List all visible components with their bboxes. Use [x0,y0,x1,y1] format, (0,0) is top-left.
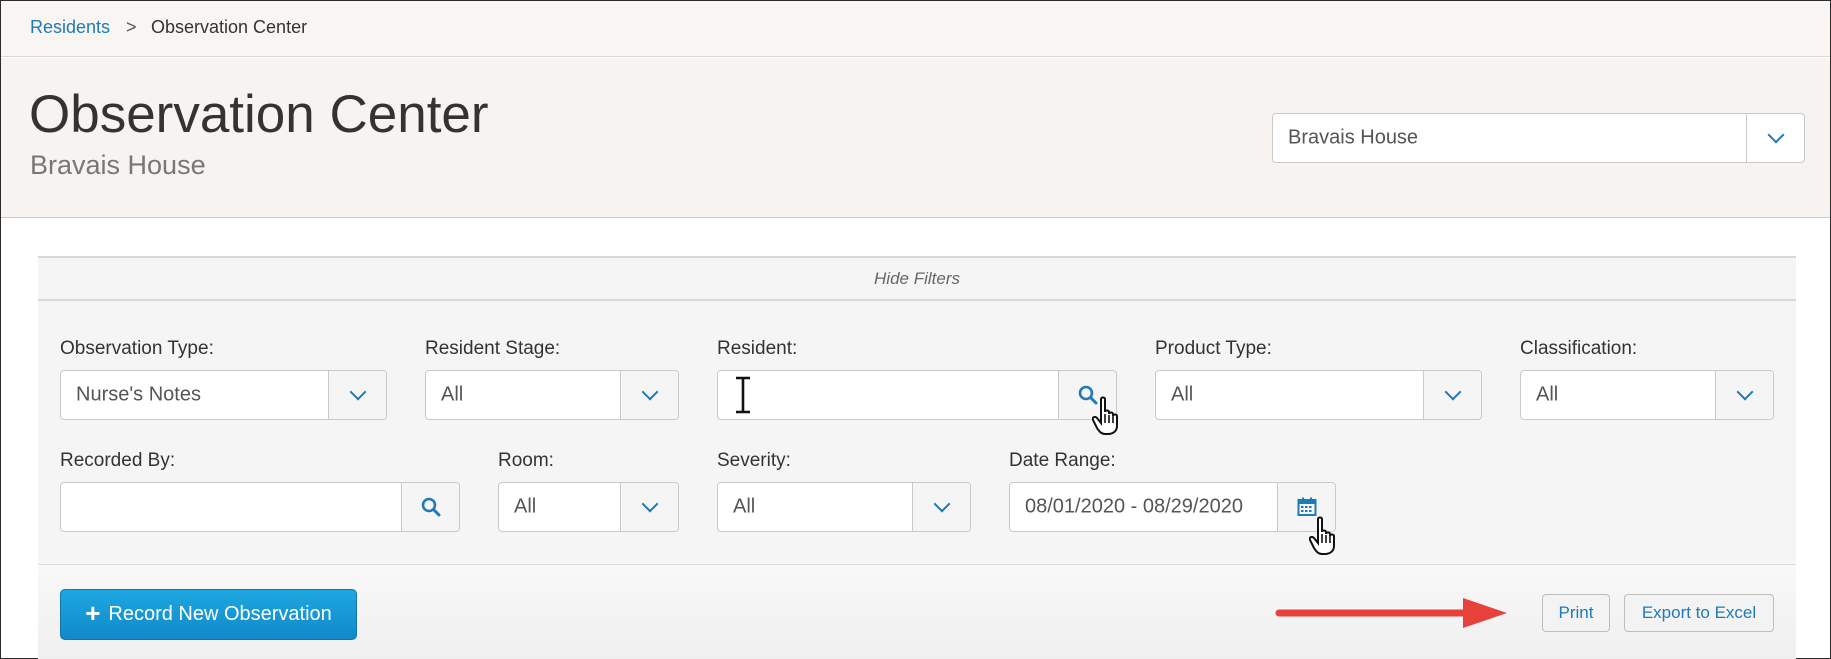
classification-value: All [1536,383,1559,406]
product-type-value: All [1171,383,1194,406]
print-button[interactable]: Print [1542,594,1610,632]
classification-label: Classification: [1520,338,1638,359]
filter-panel: Hide Filters Observation Type: Resident … [38,256,1796,659]
annotation-arrow [1275,598,1507,628]
date-range-value[interactable]: 08/01/2020 - 08/29/2020 [1025,496,1243,519]
chevron-down-icon [1444,383,1461,401]
export-to-excel-button[interactable]: Export to Excel [1624,594,1774,632]
recorded-by-search-button[interactable] [401,483,459,531]
breadcrumb-separator: > [126,17,137,37]
observation-type-select[interactable]: Nurse's Notes [60,370,387,420]
chevron-down-icon [641,495,658,513]
observation-type-label: Observation Type: [60,338,214,359]
classification-select[interactable]: All [1520,370,1774,420]
page-header: Observation Center Bravais House Bravais… [1,58,1830,218]
date-range-label: Date Range: [1009,450,1116,471]
chevron-down-icon [349,383,366,401]
record-new-observation-label: Record New Observation [108,603,332,625]
severity-value: All [733,495,756,518]
room-select[interactable]: All [498,482,679,532]
resident-search-field[interactable] [717,370,1117,420]
severity-label: Severity: [717,450,791,471]
date-range-field[interactable]: 08/01/2020 - 08/29/2020 [1009,482,1336,532]
product-type-select[interactable]: All [1155,370,1482,420]
observation-type-value: Nurse's Notes [76,383,201,406]
chevron-down-icon [933,495,950,513]
recorded-by-field[interactable] [60,482,460,532]
hand-pointer-icon [1309,516,1335,555]
chevron-down-icon [1736,383,1753,401]
text-cursor-icon [736,376,750,414]
hide-filters-toggle[interactable]: Hide Filters [38,258,1796,301]
breadcrumb-current: Observation Center [151,17,308,37]
breadcrumb: Residents > Observation Center [1,1,1830,57]
resident-stage-value: All [441,383,464,406]
plus-icon: + [85,598,101,628]
community-select[interactable]: Bravais House [1272,113,1805,163]
community-select-toggle[interactable] [1746,114,1804,162]
product-type-label: Product Type: [1155,338,1272,359]
resident-label: Resident: [717,338,798,359]
page-title: Observation Center [29,85,489,144]
room-toggle[interactable] [620,483,678,531]
severity-toggle[interactable] [912,483,970,531]
resident-stage-toggle[interactable] [620,371,678,419]
room-label: Room: [498,450,554,471]
chevron-down-icon [1767,126,1784,144]
room-value: All [514,495,537,518]
actions-bar: + Record New Observation Print Export to… [38,564,1796,659]
observation-type-toggle[interactable] [328,371,386,419]
page-subtitle: Bravais House [30,150,206,180]
record-new-observation-button[interactable]: + Record New Observation [60,589,357,640]
resident-stage-select[interactable]: All [425,370,679,420]
resident-stage-label: Resident Stage: [425,338,561,359]
calendar-icon [1297,497,1316,516]
hand-pointer-icon [1092,396,1118,435]
search-icon [421,497,440,517]
severity-select[interactable]: All [717,482,971,532]
chevron-down-icon [641,383,658,401]
breadcrumb-residents-link[interactable]: Residents [30,17,110,38]
recorded-by-label: Recorded By: [60,450,176,471]
classification-toggle[interactable] [1715,371,1773,419]
community-select-value: Bravais House [1288,126,1419,149]
product-type-toggle[interactable] [1423,371,1481,419]
